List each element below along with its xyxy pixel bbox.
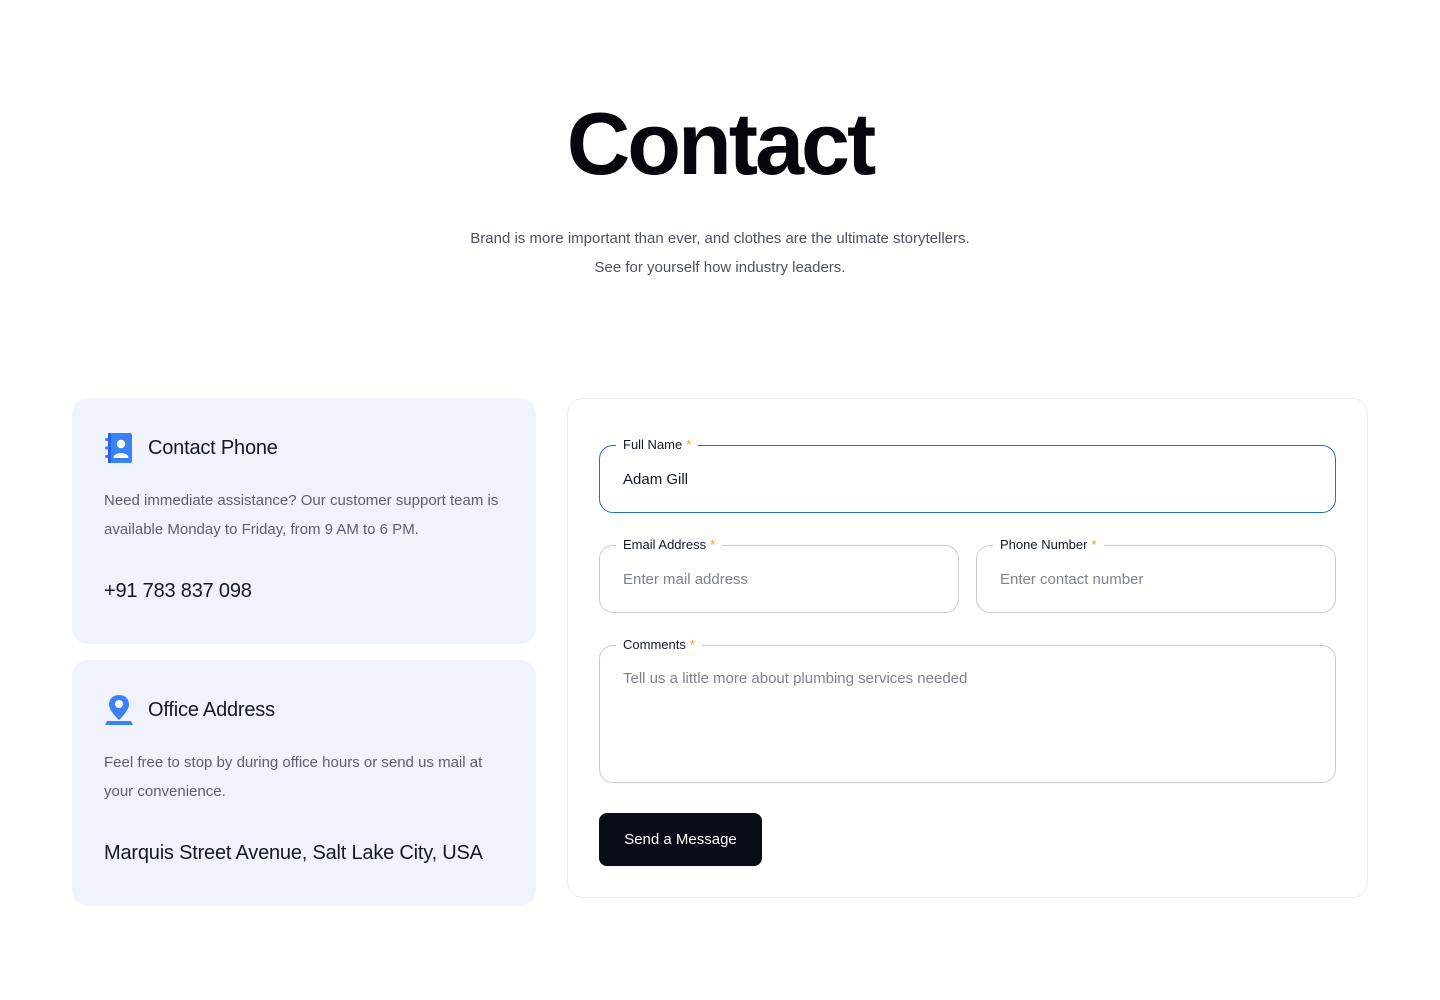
office-address-header: Office Address [104,694,275,726]
contact-page: Contact Brand is more important than eve… [0,0,1440,1000]
email-label: Email Address * [616,536,723,554]
comments-label: Comments * [616,636,702,654]
required-mark: * [1091,537,1097,552]
phone-field[interactable]: Phone Number * [976,536,1336,613]
office-address-description: Feel free to stop by during office hours… [104,754,483,800]
comments-field[interactable]: Comments * [599,636,1336,783]
comments-textarea[interactable] [623,666,1315,756]
required-mark: * [710,537,716,552]
email-input[interactable] [623,566,938,592]
required-mark: * [689,637,695,652]
send-message-button[interactable]: Send a Message [599,813,762,866]
full-name-label-text: Full Name [623,437,683,452]
office-address-title: Office Address [148,698,275,721]
page-title: Contact [566,94,877,193]
office-address-value: Marquis Street Avenue, Salt Lake City, U… [104,842,483,864]
full-name-field[interactable]: Full Name * [599,436,1336,513]
contact-phone-card: Contact Phone Need immediate assistance?… [72,398,536,644]
email-label-text: Email Address [623,537,707,552]
email-field[interactable]: Email Address * [599,536,959,613]
contact-phone-header: Contact Phone [104,432,278,464]
map-pin-icon [105,695,133,725]
full-name-label: Full Name * [616,436,699,454]
comments-label-text: Comments [623,637,686,652]
contact-form: Full Name* Email Address* Phone Number* … [567,398,1368,898]
contact-phone-description: Need immediate assistance? Our customer … [104,492,499,538]
page-subtitle: Brand is more important than ever, and c… [0,224,1440,282]
contact-phone-number[interactable]: +91 783 837 098 [104,580,252,603]
contact-phone-title: Contact Phone [148,436,278,459]
subtitle-line-2: See for yourself how industry leaders. [594,259,846,276]
phone-label: Phone Number * [993,536,1104,554]
contact-book-icon [105,433,132,463]
phone-label-text: Phone Number [1000,537,1088,552]
subtitle-line-1: Brand is more important than ever, and c… [470,230,970,247]
full-name-input[interactable] [623,466,1315,492]
office-address-card: Office Address Feel free to stop by duri… [72,660,536,906]
required-mark: * [686,437,692,452]
phone-input[interactable] [1000,566,1315,592]
